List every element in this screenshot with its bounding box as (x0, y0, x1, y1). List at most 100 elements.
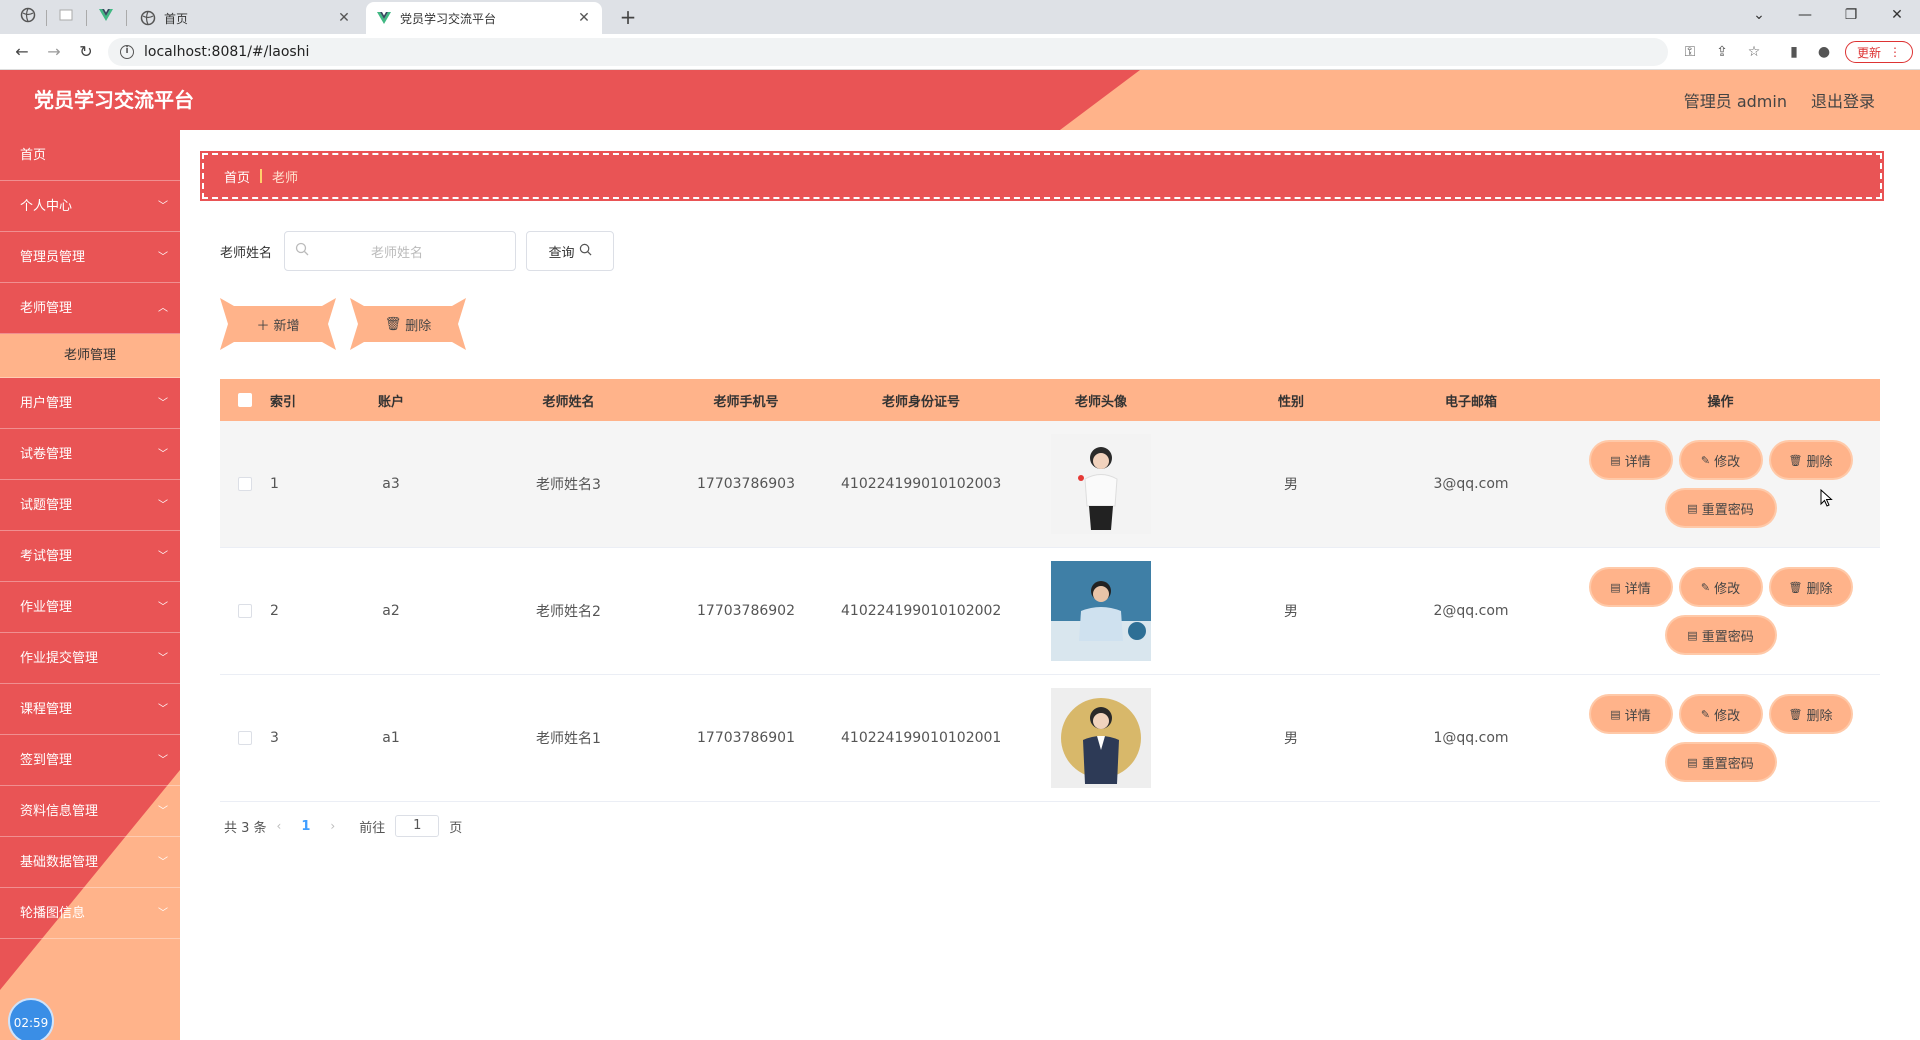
sidebar-item-admin-management[interactable]: 管理员管理 ﹀ (0, 232, 180, 283)
plus-icon: ＋ (256, 318, 270, 334)
teacher-table: 索引 账户 老师姓名 老师手机号 老师身份证号 老师头像 性别 电子邮箱 操作 … (220, 379, 1880, 802)
breadcrumb: 首页 老师 (200, 151, 1884, 201)
action-toolbar: ＋新增 🗑 删除 (220, 298, 466, 350)
chevron-left-icon[interactable]: ‹ (277, 819, 282, 833)
detail-button[interactable]: ▤ 详情 (1590, 696, 1671, 732)
select-all-checkbox[interactable] (238, 393, 252, 407)
goto-prefix: 前往 (359, 820, 386, 836)
globe-icon (140, 10, 156, 26)
reset-password-button[interactable]: ▤ 重置密码 (1666, 490, 1775, 526)
trash-icon: 🗑 (1788, 453, 1803, 467)
pinned-tab-vue[interactable] (92, 5, 120, 29)
sidebar-item-checkin-management[interactable]: 签到管理 ﹀ (0, 735, 180, 786)
info-icon[interactable]: i (120, 45, 134, 59)
edit-button[interactable]: ✎ 修改 (1680, 569, 1761, 605)
logout-button[interactable]: 退出登录 (1811, 88, 1875, 112)
row-checkbox[interactable] (238, 477, 252, 491)
table-row: 3 a1 老师姓名1 17703786901 41022419901010200… (220, 675, 1880, 802)
tab-home[interactable]: 首页 ✕ (130, 2, 362, 34)
chevron-down-icon: ﹀ (158, 806, 168, 817)
pencil-icon: ✎ (1700, 453, 1711, 467)
trash-icon: 🗑 (1788, 707, 1803, 721)
cell-sex: 男 (1284, 731, 1298, 747)
sidebar-item-basic-data[interactable]: 基础数据管理 ﹀ (0, 837, 180, 888)
sidebar-item-resource-management[interactable]: 资料信息管理 ﹀ (0, 786, 180, 837)
reload-button[interactable]: ↻ (74, 40, 98, 64)
cell-email: 3@qq.com (1433, 476, 1509, 492)
sidebar-item-teacher-management[interactable]: 老师管理 ︿ (0, 283, 180, 334)
pinned-tab-globe[interactable] (14, 5, 42, 29)
sidebar-item-exam-management[interactable]: 考试管理 ﹀ (0, 531, 180, 582)
chevron-down-icon: ﹀ (158, 551, 168, 562)
close-window-button[interactable]: ✕ (1874, 0, 1920, 30)
delete-button[interactable]: 🗑 删除 (1770, 569, 1851, 605)
address-bar[interactable]: i localhost:8081/#/laoshi (108, 38, 1668, 66)
page-number[interactable]: 1 (291, 819, 320, 834)
sidebar-item-carousel[interactable]: 轮播图信息 ﹀ (0, 888, 180, 939)
chevron-right-icon[interactable]: › (330, 819, 335, 833)
sidebar-item-homework-submission[interactable]: 作业提交管理 ﹀ (0, 633, 180, 684)
delete-button[interactable]: 🗑 删除 (1770, 696, 1851, 732)
restore-button[interactable]: ❐ (1828, 0, 1874, 30)
chevron-down-icon: ﹀ (158, 602, 168, 613)
cell-email: 1@qq.com (1433, 730, 1509, 746)
browser-update-button[interactable]: 更新 ⋮ (1845, 41, 1913, 63)
sidebar-item-homework-management[interactable]: 作业管理 ﹀ (0, 582, 180, 633)
close-tab-icon[interactable]: ✕ (336, 10, 352, 26)
batch-delete-button[interactable]: 🗑 删除 (350, 298, 466, 350)
cell-sex: 男 (1284, 477, 1298, 493)
tab-active[interactable]: 党员学习交流平台 ✕ (366, 2, 602, 34)
browser-toolbar: ← → ↻ i localhost:8081/#/laoshi ⚿ ⇪ ☆ ▮ … (0, 34, 1920, 70)
reset-password-button[interactable]: ▤ 重置密码 (1666, 617, 1775, 653)
query-button[interactable]: 查询 (526, 231, 615, 271)
clock-widget[interactable]: 02:59 (8, 998, 54, 1040)
sidebar-item-user-management[interactable]: 用户管理 ﹀ (0, 378, 180, 429)
share-icon[interactable]: ⇪ (1712, 42, 1732, 62)
back-button[interactable]: ← (10, 40, 34, 64)
sidebar: 首页 个人中心 ﹀ 管理员管理 ﹀ 老师管理 ︿ 老师管理 用户管理 ﹀ 试卷管理 ﹀ 试… (0, 130, 180, 1040)
teacher-avatar-2[interactable] (1051, 561, 1151, 661)
teacher-avatar-3[interactable] (1051, 434, 1151, 534)
sidebar-subitem-teacher-management[interactable]: 老师管理 (0, 334, 180, 378)
cell-name: 老师姓名1 (536, 731, 601, 747)
close-tab-icon[interactable]: ✕ (576, 10, 592, 26)
new-tab-button[interactable]: + (615, 4, 641, 30)
cell-index: 3 (270, 730, 279, 746)
goto-page-input[interactable]: 1 (395, 815, 440, 837)
teacher-avatar-1[interactable] (1051, 688, 1151, 788)
cell-index: 1 (270, 476, 279, 492)
sidebar-item-personal-center[interactable]: 个人中心 ﹀ (0, 181, 180, 232)
sidebar-item-question-management[interactable]: 试题管理 ﹀ (0, 480, 180, 531)
row-checkbox[interactable] (238, 731, 252, 745)
sidebar-menu: 首页 个人中心 ﹀ 管理员管理 ﹀ 老师管理 ︿ 老师管理 用户管理 ﹀ 试卷管理 ﹀ 试… (0, 130, 180, 939)
detail-button[interactable]: ▤ 详情 (1590, 569, 1671, 605)
sidepanel-icon[interactable]: ▮ (1784, 42, 1804, 62)
breadcrumb-home[interactable]: 首页 (224, 167, 250, 186)
sidebar-item-paper-management[interactable]: 试卷管理 ﹀ (0, 429, 180, 480)
add-button[interactable]: ＋新增 (220, 298, 336, 350)
cell-sex: 男 (1284, 604, 1298, 620)
delete-button[interactable]: 🗑 删除 (1770, 442, 1851, 478)
teacher-name-input[interactable]: 老师姓名 (284, 231, 517, 271)
pagination: 共 3 条 ‹ 1 › 前往 1 页 (224, 815, 462, 837)
pinned-tab-blank[interactable] (52, 5, 80, 29)
tab-search-chevron-icon[interactable]: ⌄ (1736, 0, 1782, 30)
trash-icon: 🗑 (1788, 580, 1803, 594)
cell-index: 2 (270, 603, 279, 619)
row-checkbox[interactable] (238, 604, 252, 618)
edit-button[interactable]: ✎ 修改 (1680, 696, 1761, 732)
edit-button[interactable]: ✎ 修改 (1680, 442, 1761, 478)
detail-button[interactable]: ▤ 详情 (1590, 442, 1671, 478)
forward-button[interactable]: → (42, 40, 66, 64)
star-icon[interactable]: ☆ (1744, 42, 1764, 62)
minimize-button[interactable]: — (1782, 0, 1828, 30)
tab-title: 首页 (164, 11, 189, 26)
breadcrumb-current: 老师 (272, 170, 299, 186)
cell-account: a1 (382, 730, 400, 746)
goto-suffix: 页 (449, 820, 463, 836)
sidebar-item-home[interactable]: 首页 (0, 130, 180, 181)
profile-icon[interactable]: ● (1814, 42, 1834, 62)
sidebar-item-course-management[interactable]: 课程管理 ﹀ (0, 684, 180, 735)
reset-password-button[interactable]: ▤ 重置密码 (1666, 744, 1775, 780)
key-icon[interactable]: ⚿ (1680, 42, 1700, 62)
